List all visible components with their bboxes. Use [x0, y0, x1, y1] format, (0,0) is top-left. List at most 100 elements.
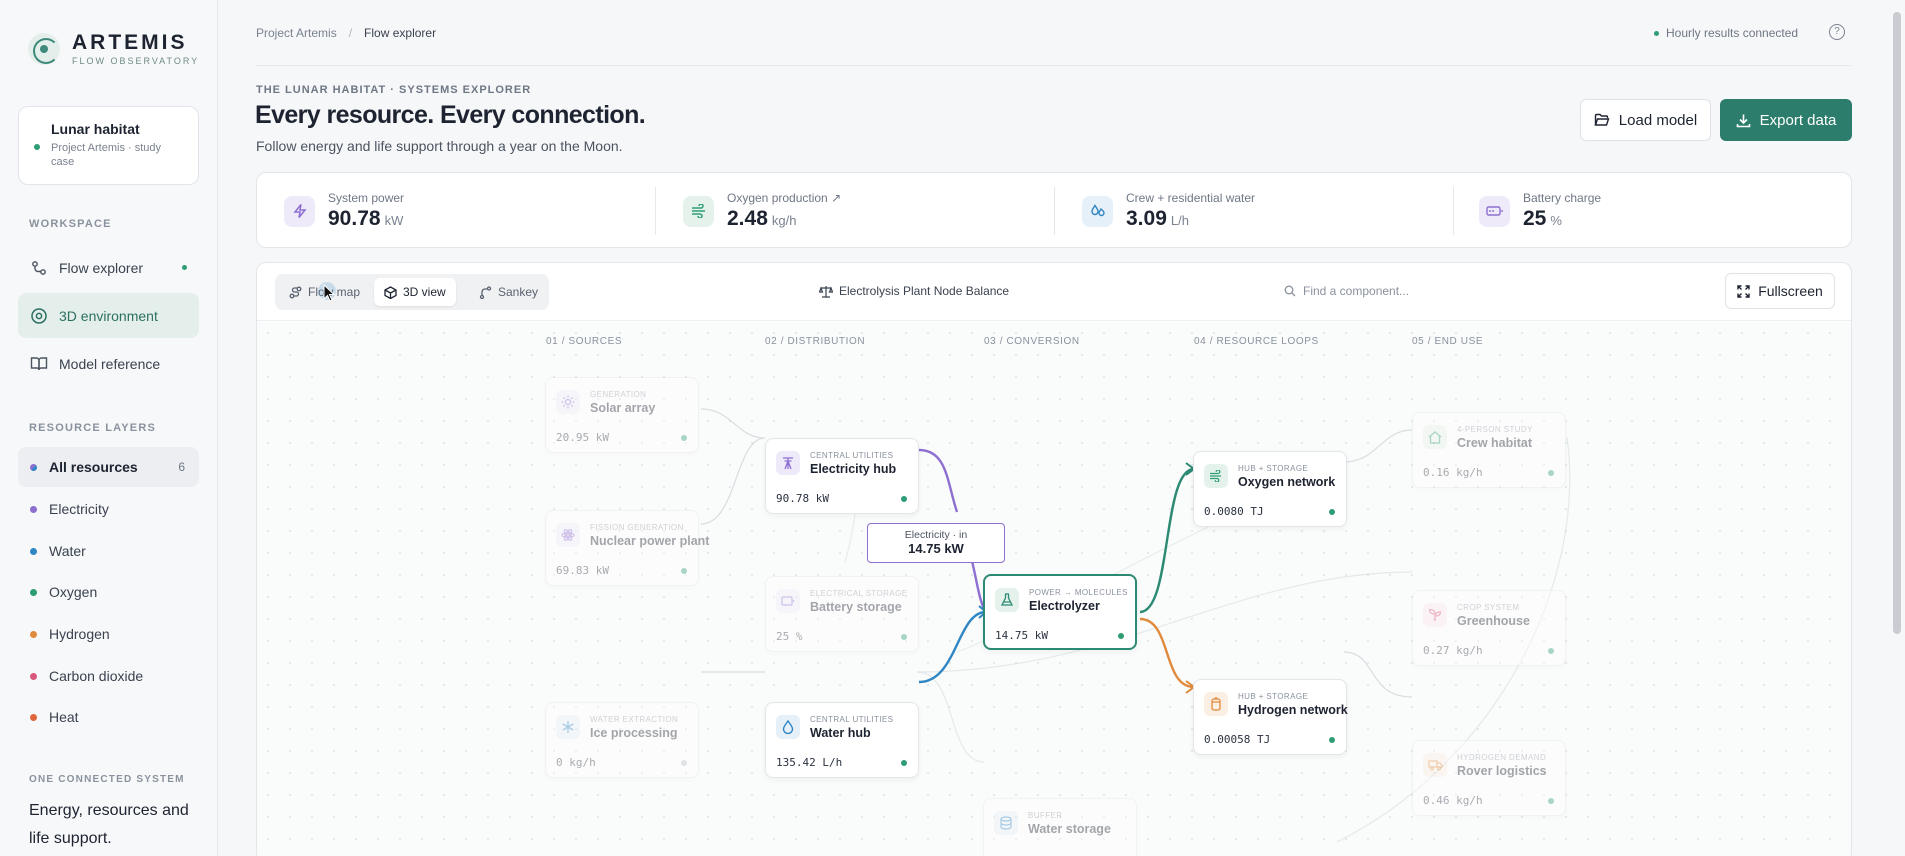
fullscreen-button[interactable]: Fullscreen	[1725, 273, 1835, 309]
truck-icon	[1423, 753, 1447, 777]
node-hydrogen-network[interactable]: HUB + STORAGE Hydrogen network 0.00058 T…	[1193, 679, 1348, 755]
view-label: 3D view	[403, 285, 446, 299]
view-sankey[interactable]: Sankey	[469, 278, 548, 306]
export-data-button[interactable]: Export data	[1720, 99, 1852, 141]
node-kicker: WATER EXTRACTION	[590, 715, 679, 724]
node-kicker: BUFFER	[1028, 811, 1063, 820]
heat-dot	[30, 713, 37, 721]
nav-model-reference-label: Model reference	[59, 355, 161, 372]
view-switcher: Flow map 3D view Sankey	[275, 274, 549, 310]
node-kicker: HYDROGEN DEMAND	[1457, 753, 1547, 762]
node-battery-storage[interactable]: ELECTRICAL STORAGE Battery storage 25 %	[765, 576, 919, 652]
layer-all-label: All resources	[49, 459, 138, 475]
book-icon	[30, 355, 48, 373]
layer-electricity[interactable]: Electricity	[18, 489, 199, 529]
breadcrumb-root[interactable]: Project Artemis	[256, 26, 337, 40]
snowflake-icon	[556, 715, 580, 739]
edge-electrolyzer-hydrogen	[1139, 617, 1195, 689]
sidebar: ARTEMIS FLOW OBSERVATORY Lunar habitat P…	[0, 0, 218, 856]
fullscreen-label: Fullscreen	[1758, 283, 1823, 299]
node-value: 69.83 kW	[556, 564, 609, 577]
nav-3d-environment[interactable]: 3D environment	[18, 293, 199, 338]
cylinder-icon	[1204, 692, 1228, 716]
stat-system-power: System power 90.78 kW	[284, 173, 404, 249]
breadcrumb: Project Artemis / Flow explorer	[256, 26, 436, 40]
stats-bar: System power 90.78 kW Oxygen production ↗…	[256, 172, 1852, 248]
node-water-storage[interactable]: BUFFER Water storage	[983, 798, 1137, 856]
project-subtitle: Project Artemis · study case	[51, 142, 162, 168]
stat-unit: kW	[384, 213, 404, 228]
edge-nuclear-electricity	[700, 437, 766, 525]
edge-solar-electricity	[700, 408, 766, 439]
layer-oxygen[interactable]: Oxygen	[18, 572, 199, 612]
flow-graph[interactable]: 01 / SOURCES 02 / DISTRIBUTION 03 / CONV…	[257, 322, 1851, 856]
node-balance-title[interactable]: Electrolysis Plant Node Balance	[819, 284, 1009, 298]
node-kicker: POWER → MOLECULES	[1029, 588, 1128, 597]
stat-value: 25	[1523, 207, 1547, 230]
stat-label: Crew + residential water	[1126, 191, 1256, 205]
node-kicker: HUB + STORAGE	[1238, 464, 1309, 473]
stat-unit: kg/h	[771, 213, 797, 228]
flow-icon	[30, 259, 48, 277]
edge-tooltip-value: 14.75 kW	[908, 541, 964, 556]
node-ice-processing[interactable]: WATER EXTRACTION Ice processing 0 kg/h	[545, 702, 699, 778]
node-value: 14.75 kW	[995, 629, 1048, 642]
node-nuclear-plant[interactable]: FISSION GENERATION Nuclear power plant 6…	[545, 510, 709, 586]
mouse-cursor-icon	[318, 282, 336, 302]
water-dot	[30, 547, 37, 555]
node-status-dot	[1548, 798, 1554, 804]
help-icon[interactable]: ?	[1829, 24, 1845, 40]
layer-water[interactable]: Water	[18, 531, 199, 571]
footer-label: ONE CONNECTED SYSTEM	[29, 774, 185, 785]
layer-hydrogen[interactable]: Hydrogen	[18, 614, 199, 654]
page-scrollbar[interactable]	[1893, 12, 1901, 634]
nav-3d-environment-label: 3D environment	[59, 307, 158, 324]
view-3d[interactable]: 3D view	[374, 278, 456, 306]
canvas-toolbar: Flow map 3D view Sankey Electrolysis Pla…	[257, 263, 1851, 321]
edge-tooltip: Electricity · in 14.75 kW	[867, 523, 1005, 563]
node-status-dot	[901, 634, 907, 640]
component-search-input[interactable]: Find a component...	[1284, 284, 1409, 298]
node-rover-logistics[interactable]: HYDROGEN DEMAND Rover logistics 0.46 kg/…	[1412, 740, 1566, 816]
node-kicker: 4-PERSON STUDY	[1457, 425, 1533, 434]
edge-oxygen-crew	[1343, 429, 1413, 463]
load-model-button[interactable]: Load model	[1580, 99, 1711, 141]
layer-label: Carbon dioxide	[49, 668, 144, 684]
node-status-dot	[901, 760, 907, 766]
edge-water-storage	[916, 671, 985, 763]
layer-heat[interactable]: Heat	[18, 697, 199, 737]
search-placeholder: Find a component...	[1303, 284, 1410, 298]
layer-carbon-dioxide[interactable]: Carbon dioxide	[18, 656, 199, 696]
footer-tagline: Energy, resources and life support.	[29, 802, 189, 847]
node-kicker: CENTRAL UTILITIES	[810, 451, 894, 460]
layer-count-badge: 6	[178, 460, 185, 474]
sun-icon	[556, 390, 580, 414]
node-greenhouse[interactable]: CROP SYSTEM Greenhouse 0.27 kg/h	[1412, 590, 1566, 666]
project-card[interactable]: Lunar habitat Project Artemis · study ca…	[18, 106, 199, 185]
resource-layers-label: RESOURCE LAYERS	[29, 422, 157, 434]
node-oxygen-network[interactable]: HUB + STORAGE Oxygen network 0.0080 TJ	[1193, 451, 1347, 527]
carbon-dioxide-dot	[30, 672, 37, 680]
brand-subtitle: FLOW OBSERVATORY	[72, 56, 200, 66]
stat-value: 90.78	[328, 207, 381, 230]
battery-icon	[1479, 195, 1510, 227]
node-kicker: CENTRAL UTILITIES	[810, 715, 894, 724]
node-name: Battery storage	[810, 600, 902, 614]
node-electrolyzer[interactable]: POWER → MOLECULES Electrolyzer 14.75 kW	[983, 574, 1137, 650]
stat-label: Oxygen production ↗	[727, 191, 842, 205]
node-status-dot	[901, 496, 907, 502]
brand-logo[interactable]: ARTEMIS FLOW OBSERVATORY	[28, 32, 199, 66]
nav-flow-explorer[interactable]: Flow explorer	[18, 245, 199, 290]
layer-all-resources[interactable]: All resources 6	[18, 447, 199, 487]
database-icon	[994, 811, 1018, 835]
node-name: Hydrogen network	[1238, 703, 1348, 717]
node-value: 0.46 kg/h	[1423, 794, 1483, 807]
nav-model-reference[interactable]: Model reference	[18, 341, 199, 386]
node-kicker: FISSION GENERATION	[590, 523, 684, 532]
node-crew-habitat[interactable]: 4-PERSON STUDY Crew habitat 0.16 kg/h	[1412, 412, 1566, 488]
oxygen-dot	[30, 588, 37, 596]
breadcrumb-separator: /	[348, 26, 353, 40]
node-solar-array[interactable]: GENERATION Solar array 20.95 kW	[545, 377, 699, 453]
node-water-hub[interactable]: CENTRAL UTILITIES Water hub 135.42 L/h	[765, 702, 919, 778]
node-electricity-hub[interactable]: CENTRAL UTILITIES Electricity hub 90.78 …	[765, 438, 919, 514]
